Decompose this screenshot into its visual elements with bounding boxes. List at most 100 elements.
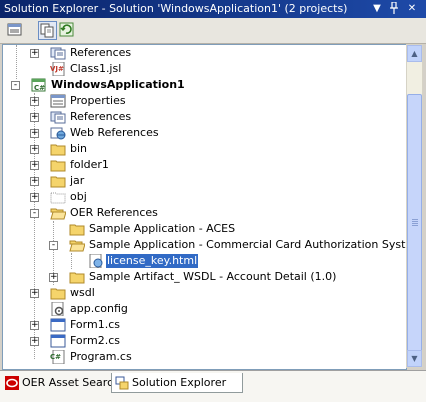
tree-item-label: References bbox=[70, 110, 132, 123]
form-icon bbox=[50, 334, 66, 348]
expand-icon[interactable]: + bbox=[30, 337, 39, 346]
tree-item-obj[interactable]: + obj bbox=[3, 189, 406, 205]
references-icon bbox=[50, 46, 66, 60]
tab-label: OER Asset Search bbox=[22, 376, 121, 389]
tab-label: Solution Explorer bbox=[132, 376, 227, 389]
csharp-project-icon: C# bbox=[31, 78, 47, 92]
properties-icon bbox=[50, 94, 66, 108]
folder-icon bbox=[50, 158, 66, 172]
tree-item-windowsapplication1[interactable]: - C# WindowsApplication1 bbox=[3, 77, 406, 93]
svg-text:C#: C# bbox=[50, 353, 61, 361]
tree-item-form2-cs[interactable]: + Form2.cs bbox=[3, 333, 406, 349]
tree-item-label: Properties bbox=[70, 94, 126, 107]
ghost-folder-icon bbox=[50, 190, 66, 204]
collapse-icon[interactable]: - bbox=[30, 209, 39, 218]
tree-item-label: WindowsApplication1 bbox=[51, 78, 185, 91]
tree-item-label: Web References bbox=[70, 126, 159, 139]
folder-icon bbox=[50, 174, 66, 188]
tree-item-wsdl[interactable]: + wsdl bbox=[3, 285, 406, 301]
show-all-files-icon bbox=[40, 23, 54, 38]
scroll-down-button[interactable]: ▼ bbox=[407, 350, 422, 367]
expand-icon[interactable]: + bbox=[30, 49, 39, 58]
tree-item-label: folder1 bbox=[70, 158, 109, 171]
properties-button[interactable] bbox=[6, 21, 25, 40]
solution-explorer-icon bbox=[115, 376, 129, 390]
expand-icon[interactable]: + bbox=[30, 177, 39, 186]
folder-icon bbox=[69, 270, 85, 284]
close-icon[interactable]: ✕ bbox=[405, 2, 419, 16]
tree-item-web-references[interactable]: + Web References bbox=[3, 125, 406, 141]
tree-item-sample-application-ccas[interactable]: - Sample Application - Commercial Card A… bbox=[3, 237, 406, 253]
tree-item-program-cs[interactable]: C# Program.cs bbox=[3, 349, 406, 365]
tree-item-label: Form1.cs bbox=[70, 318, 120, 331]
dropdown-arrow-icon[interactable]: ▼ bbox=[370, 2, 384, 16]
toolbar bbox=[0, 18, 426, 44]
expand-icon[interactable]: + bbox=[49, 273, 58, 282]
tree-item-jar[interactable]: + jar bbox=[3, 173, 406, 189]
tree-item-references[interactable]: + References bbox=[3, 109, 406, 125]
expand-icon[interactable]: + bbox=[30, 145, 39, 154]
scrollbar-thumb[interactable] bbox=[407, 94, 422, 352]
references-icon bbox=[50, 110, 66, 124]
pin-icon[interactable] bbox=[387, 1, 401, 16]
tree-item-form1-cs[interactable]: + Form1.cs bbox=[3, 317, 406, 333]
tree-item-label: app.config bbox=[70, 302, 128, 315]
scroll-up-button[interactable]: ▲ bbox=[407, 45, 422, 62]
tree-item-oer-references[interactable]: - OER References bbox=[3, 205, 406, 221]
title-bar: Solution Explorer - Solution 'WindowsApp… bbox=[0, 0, 426, 18]
tree-item-label: wsdl bbox=[70, 286, 95, 299]
tree-item-label: Form2.cs bbox=[70, 334, 120, 347]
tree-item-references[interactable]: + References bbox=[3, 45, 406, 61]
tree-item-label: obj bbox=[70, 190, 87, 203]
refresh-button[interactable] bbox=[58, 21, 77, 40]
expand-icon[interactable]: + bbox=[30, 193, 39, 202]
collapse-icon[interactable]: - bbox=[49, 241, 58, 250]
tree-item-license-key-html[interactable]: license_key.html bbox=[3, 253, 406, 269]
tree-item-label: OER References bbox=[70, 206, 158, 219]
folder-icon bbox=[50, 286, 66, 300]
cs-file-icon: C# bbox=[50, 349, 66, 365]
tree-item-properties[interactable]: + Properties bbox=[3, 93, 406, 109]
expand-icon[interactable]: + bbox=[30, 129, 39, 138]
show-all-files-button[interactable] bbox=[38, 21, 57, 40]
properties-icon bbox=[7, 23, 22, 36]
tree-item-label: Sample Artifact_ WSDL - Account Detail (… bbox=[89, 270, 337, 283]
tree-item-app-config[interactable]: app.config bbox=[3, 301, 406, 317]
vertical-scrollbar[interactable]: ▲ ▼ bbox=[406, 44, 423, 368]
bottom-tab-strip: OER Asset Search Solution Explorer bbox=[0, 370, 426, 402]
folder-open-icon bbox=[69, 238, 86, 252]
form-icon bbox=[50, 318, 66, 332]
tab-solution-explorer[interactable]: Solution Explorer bbox=[111, 373, 243, 393]
solution-tree[interactable]: + References VJ# Class1.jsl - C# Windows… bbox=[2, 44, 407, 370]
solution-explorer-window: Solution Explorer - Solution 'WindowsApp… bbox=[0, 0, 426, 402]
tree-item-bin[interactable]: + bin bbox=[3, 141, 406, 157]
expand-icon[interactable]: + bbox=[30, 289, 39, 298]
expand-icon[interactable]: + bbox=[30, 161, 39, 170]
collapse-icon[interactable]: - bbox=[11, 81, 20, 90]
expand-icon[interactable]: + bbox=[30, 321, 39, 330]
tree-item-label: References bbox=[70, 46, 132, 59]
folder-icon bbox=[69, 222, 85, 236]
tree-item-sample-artifact-wsdl[interactable]: + Sample Artifact_ WSDL - Account Detail… bbox=[3, 269, 406, 285]
tree-item-label: Program.cs bbox=[70, 350, 132, 363]
web-references-icon bbox=[50, 126, 66, 140]
tree-item-class1-jsl[interactable]: VJ# Class1.jsl bbox=[3, 61, 406, 77]
expand-icon[interactable]: + bbox=[30, 113, 39, 122]
svg-text:C#: C# bbox=[34, 84, 45, 92]
refresh-icon bbox=[59, 22, 74, 37]
jsl-file-icon: VJ# bbox=[50, 61, 66, 77]
tree-item-label: bin bbox=[70, 142, 88, 155]
oracle-icon bbox=[5, 376, 19, 390]
tree-item-label: Sample Application - ACES bbox=[89, 222, 236, 235]
tab-oer-asset-search[interactable]: OER Asset Search bbox=[2, 373, 120, 393]
expand-icon[interactable]: + bbox=[30, 97, 39, 106]
config-file-icon bbox=[50, 301, 66, 317]
tree-item-label: license_key.html bbox=[104, 253, 200, 269]
scrollbar-grip bbox=[412, 219, 418, 220]
window-title: Solution Explorer - Solution 'WindowsApp… bbox=[4, 2, 348, 15]
tree-item-sample-application-aces[interactable]: Sample Application - ACES bbox=[3, 221, 406, 237]
tree-item-folder1[interactable]: + folder1 bbox=[3, 157, 406, 173]
svg-text:VJ#: VJ# bbox=[50, 65, 64, 73]
tree-item-label: Sample Application - Commercial Card Aut… bbox=[89, 238, 407, 251]
tree-item-label: Class1.jsl bbox=[70, 62, 122, 75]
